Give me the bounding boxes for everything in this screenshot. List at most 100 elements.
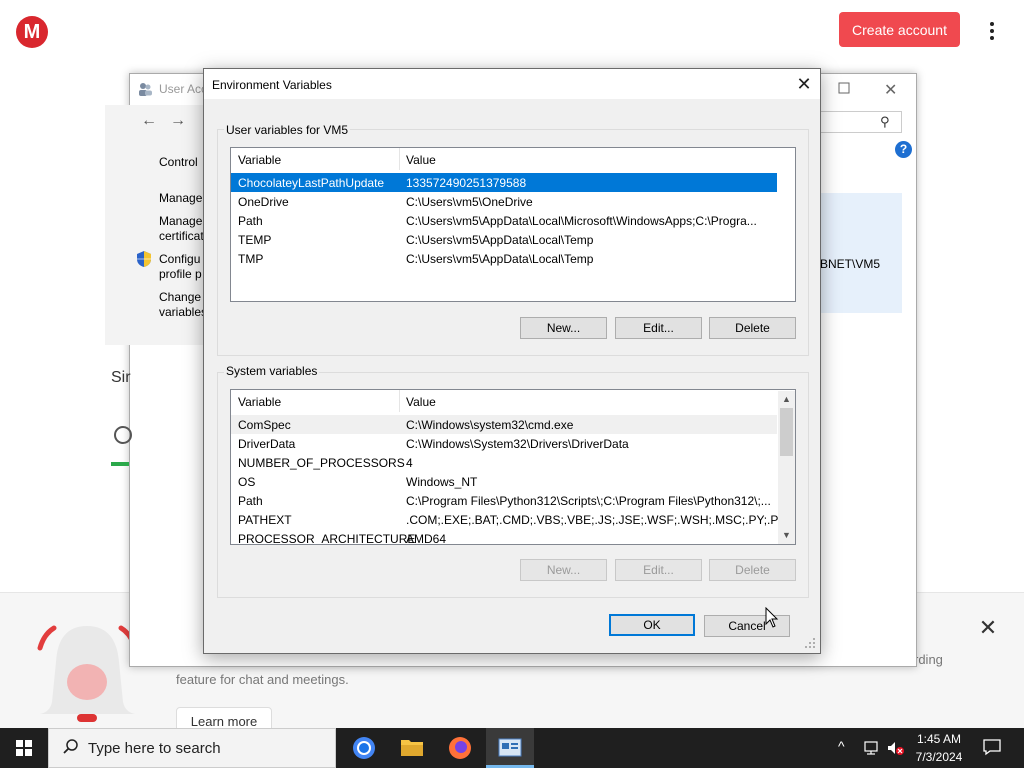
close-icon[interactable]: ✕ [884, 80, 897, 100]
scrollbar-thumb[interactable] [780, 408, 793, 456]
user-accounts-title: User Acc [159, 82, 208, 96]
system-edit-button[interactable]: Edit... [615, 559, 702, 581]
variable-value: Windows_NT [406, 475, 478, 489]
column-header-value[interactable]: Value [406, 395, 436, 409]
system-variables-list[interactable]: Variable Value ComSpec C:\Windows\system… [230, 389, 796, 545]
variable-name: ComSpec [238, 418, 291, 432]
user-edit-button[interactable]: Edit... [615, 317, 702, 339]
table-row[interactable]: PROCESSOR_ARCHITECTURE AMD64 [231, 529, 777, 545]
list-header[interactable]: Variable Value [231, 148, 777, 170]
promo-text: feature for chat and meetings. [176, 672, 349, 687]
mega-logo[interactable]: M [16, 16, 48, 48]
account-info-box [820, 193, 902, 313]
control-panel-link[interactable]: Control [159, 155, 198, 170]
variable-name: DriverData [238, 437, 296, 451]
environment-variables-dialog: Environment Variables ✕ User variables f… [203, 68, 821, 654]
variable-value: C:\Users\vm5\AppData\Local\Temp [406, 233, 594, 247]
change-variables-link[interactable]: Change [159, 290, 201, 305]
table-row[interactable]: TEMP C:\Users\vm5\AppData\Local\Temp [231, 230, 777, 249]
variable-name: Path [238, 494, 263, 508]
table-row[interactable]: ChocolateyLastPathUpdate 133572490251379… [231, 173, 777, 192]
table-row[interactable]: DriverData C:\Windows\System32\Drivers\D… [231, 434, 777, 453]
table-row[interactable]: ComSpec C:\Windows\system32\cmd.exe [231, 415, 777, 434]
mouse-cursor-icon [765, 607, 779, 628]
network-icon[interactable] [862, 739, 882, 757]
variable-name: OS [238, 475, 256, 489]
variable-name: OneDrive [238, 195, 289, 209]
bell-icon [37, 625, 138, 722]
variable-name: PROCESSOR_ARCHITECTURE [238, 532, 416, 545]
table-row[interactable]: OneDrive C:\Users\vm5\OneDrive [231, 192, 777, 211]
variable-value: 133572490251379588 [406, 176, 527, 190]
user-variables-list[interactable]: Variable Value ChocolateyLastPathUpdate … [230, 147, 796, 302]
system-variables-label: System variables [224, 364, 320, 378]
scroll-up-icon[interactable]: ▲ [778, 391, 795, 408]
variable-value: C:\Windows\system32\cmd.exe [406, 418, 574, 432]
manage-certificates-link[interactable]: Manage [159, 214, 202, 229]
table-row[interactable]: OS Windows_NT [231, 472, 777, 491]
variable-value: C:\Windows\System32\Drivers\DriverData [406, 437, 629, 451]
progress-bar [111, 462, 129, 466]
variable-value: C:\Users\vm5\AppData\Local\Microsoft\Win… [406, 214, 757, 228]
search-placeholder: Type here to search [88, 740, 221, 757]
notifications-icon[interactable] [982, 738, 1002, 756]
users-icon [139, 83, 152, 96]
file-explorer-icon[interactable] [388, 728, 436, 768]
dialog-titlebar: Environment Variables ✕ [204, 69, 820, 99]
ok-button[interactable]: OK [609, 614, 695, 636]
list-header[interactable]: Variable Value [231, 390, 777, 412]
variable-name: NUMBER_OF_PROCESSORS [238, 456, 405, 470]
maximize-icon[interactable] [838, 82, 852, 96]
variable-value: .COM;.EXE;.BAT;.CMD;.VBS;.VBE;.JS;.JSE;.… [406, 513, 796, 527]
close-icon[interactable]: ✕ [976, 616, 1000, 640]
variable-value: AMD64 [406, 532, 447, 545]
back-arrow-icon[interactable]: ← [141, 112, 157, 130]
create-account-button[interactable]: Create account [839, 12, 960, 47]
chrome-icon[interactable] [340, 728, 388, 768]
help-icon[interactable]: ? [895, 141, 912, 158]
configure-profile-link[interactable]: Configu [159, 252, 200, 267]
clock-time[interactable]: 1:45 AM [912, 732, 966, 746]
table-row[interactable]: TMP C:\Users\vm5\AppData\Local\Temp [231, 249, 777, 268]
resize-grip-icon[interactable] [804, 637, 816, 649]
variable-name: TMP [238, 252, 264, 266]
section-heading: Sir [111, 369, 131, 386]
variable-name: PATHEXT [238, 513, 292, 527]
promo-text-fragment: rding [914, 652, 943, 667]
column-header-variable[interactable]: Variable [238, 395, 281, 409]
scrollbar[interactable]: ▲ ▼ [778, 391, 795, 544]
close-icon[interactable]: ✕ [794, 74, 814, 95]
column-header-value[interactable]: Value [406, 153, 436, 167]
clock-date[interactable]: 7/3/2024 [912, 750, 966, 764]
search-icon[interactable]: ⚲ [880, 114, 890, 130]
variable-value: 4 [406, 456, 413, 470]
variable-value: C:\Users\vm5\AppData\Local\Temp [406, 252, 594, 266]
forward-arrow-icon[interactable]: → [170, 112, 186, 130]
system-new-button[interactable]: New... [520, 559, 607, 581]
table-row[interactable]: Path C:\Users\vm5\AppData\Local\Microsof… [231, 211, 777, 230]
user-delete-button[interactable]: Delete [709, 317, 796, 339]
user-new-button[interactable]: New... [520, 317, 607, 339]
shield-icon [137, 251, 151, 267]
scroll-down-icon[interactable]: ▼ [778, 527, 795, 544]
table-row[interactable]: NUMBER_OF_PROCESSORS 4 [231, 453, 777, 472]
column-header-variable[interactable]: Variable [238, 153, 281, 167]
manage-link[interactable]: Manage [159, 191, 202, 206]
firefox-icon[interactable] [436, 728, 484, 768]
table-row[interactable]: Path C:\Program Files\Python312\Scripts\… [231, 491, 777, 510]
volume-muted-icon[interactable] [885, 739, 905, 757]
table-row[interactable]: PATHEXT .COM;.EXE;.BAT;.CMD;.VBS;.VBE;.J… [231, 510, 795, 529]
chevron-up-icon[interactable]: ^ [838, 738, 845, 754]
variable-name: Path [238, 214, 263, 228]
variable-value: C:\Program Files\Python312\Scripts\;C:\P… [406, 494, 771, 508]
configure-profile-link-line2[interactable]: profile p [159, 267, 202, 282]
more-options-icon[interactable] [982, 18, 1002, 44]
system-delete-button[interactable]: Delete [709, 559, 796, 581]
dialog-title: Environment Variables [212, 78, 332, 92]
system-properties-icon[interactable] [486, 728, 534, 768]
variable-value: C:\Users\vm5\OneDrive [406, 195, 533, 209]
manage-certificates-link-line2[interactable]: certificat [159, 229, 204, 244]
account-info-text: BNET\VM5 [820, 257, 881, 271]
change-variables-link-line2[interactable]: variables [159, 305, 207, 320]
windows-start-icon[interactable] [0, 728, 48, 768]
